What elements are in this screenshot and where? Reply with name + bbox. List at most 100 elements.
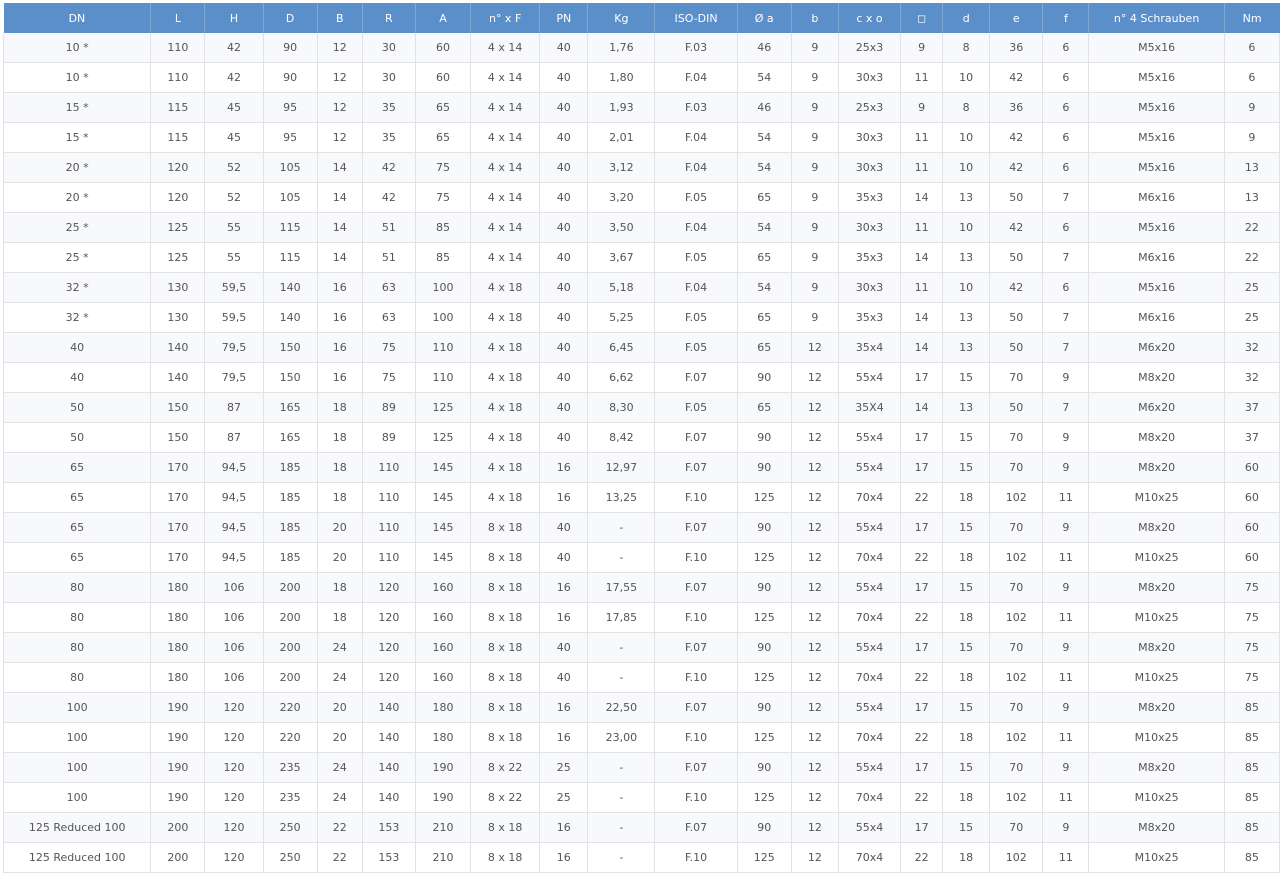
table-cell: 15	[942, 752, 991, 783]
table-cell: 40	[539, 362, 589, 393]
table-cell: 250	[263, 842, 318, 873]
table-cell: 15 *	[2, 92, 152, 123]
table-cell: 4 x 18	[470, 422, 541, 453]
table-cell: 11	[1042, 842, 1090, 873]
table-cell: 15 *	[2, 122, 152, 153]
table-cell: 22	[900, 782, 944, 813]
table-cell: M8x20	[1088, 812, 1225, 843]
table-cell: M10x25	[1088, 722, 1225, 753]
table-cell: 17	[900, 452, 944, 483]
table-cell: 125	[737, 842, 792, 873]
table-cell: 14	[317, 152, 363, 183]
table-cell: 51	[362, 212, 416, 243]
table-cell: 190	[150, 722, 206, 753]
table-cell: 6	[1042, 272, 1090, 303]
table-cell: 50	[2, 422, 152, 453]
table-cell: 87	[204, 392, 264, 423]
table-cell: 55x4	[838, 632, 902, 663]
table-cell: 100	[2, 752, 152, 783]
table-cell: 160	[415, 632, 472, 663]
table-cell: F.03	[654, 92, 738, 123]
table-cell: 4 x 14	[470, 122, 541, 153]
table-cell: 100	[415, 302, 472, 333]
table-cell: 40	[539, 212, 589, 243]
table-cell: F.04	[654, 272, 738, 303]
table-cell: 18	[942, 782, 991, 813]
table-cell: 11	[900, 62, 944, 93]
table-cell: 32	[1224, 362, 1280, 393]
table-cell: M6x16	[1088, 242, 1225, 273]
table-row: 100 190 120 235 24 140 190 8 x 22 25- F.10 125 12 70…	[2, 782, 1280, 813]
table-cell: 100	[2, 692, 152, 723]
table-cell: 94,5	[204, 512, 264, 543]
table-cell: 190	[150, 782, 206, 813]
table-cell: 17,55	[587, 572, 656, 603]
table-cell: 25 *	[2, 212, 152, 243]
table-cell: 106	[204, 632, 264, 663]
table-cell: 55x4	[838, 422, 902, 453]
table-cell: 200	[263, 662, 318, 693]
column-header: n° 4 Schrauben	[1088, 3, 1225, 33]
table-cell: 95	[263, 92, 318, 123]
table-cell: 125	[737, 482, 792, 513]
table-cell: 6	[1042, 62, 1090, 93]
table-cell: 16	[539, 812, 589, 843]
column-header: H	[204, 3, 264, 33]
table-cell: 65	[2, 542, 152, 573]
table-row: 100 190 120 220 20 140 180 8 x 18 16 22,50 F.07 90 1…	[2, 692, 1280, 723]
table-cell: 13	[1224, 152, 1280, 183]
table-cell: 9	[1224, 122, 1280, 153]
table-cell: 94,5	[204, 542, 264, 573]
table-cell: 37	[1224, 422, 1280, 453]
table-cell: 102	[989, 662, 1044, 693]
table-cell: 125 Reduced 100	[2, 812, 152, 843]
table-cell: 60	[415, 33, 472, 63]
table-cell: 9	[791, 242, 839, 273]
table-cell: 100	[2, 722, 152, 753]
table-cell: 20	[317, 512, 363, 543]
table-cell: 100	[415, 272, 472, 303]
table-cell: M8x20	[1088, 452, 1225, 483]
table-cell: 25	[1224, 302, 1280, 333]
table-cell: 60	[1224, 482, 1280, 513]
table-cell: 8 x 18	[470, 812, 541, 843]
table-cell: 25 *	[2, 242, 152, 273]
table-cell: 52	[204, 182, 264, 213]
table-cell: 8,42	[587, 422, 656, 453]
table-cell: 190	[415, 752, 472, 783]
table-cell: 90	[263, 62, 318, 93]
table-cell: 17	[900, 572, 944, 603]
table-cell: M6x20	[1088, 392, 1225, 423]
table-cell: 32	[1224, 332, 1280, 363]
table-cell: F.07	[654, 692, 738, 723]
table-cell: 10	[942, 272, 991, 303]
table-cell: 9	[791, 62, 839, 93]
table-cell: 70	[989, 422, 1044, 453]
table-cell: 4 x 18	[470, 302, 541, 333]
table-cell: 150	[150, 422, 206, 453]
table-cell: 106	[204, 572, 264, 603]
table-row: 25 * 125 55 115 14 51 85 4 x 14 40 3,50 F.04 54 9 30x…	[2, 212, 1280, 243]
table-cell: 40	[539, 242, 589, 273]
table-cell: 4 x 18	[470, 272, 541, 303]
table-cell: 46	[737, 92, 792, 123]
table-cell: 14	[900, 392, 944, 423]
table-cell: 30x3	[838, 122, 902, 153]
column-header: L	[150, 3, 206, 33]
table-cell: 22,50	[587, 692, 656, 723]
table-cell: 17	[900, 362, 944, 393]
table-cell: 9	[1042, 512, 1090, 543]
table-cell: 16	[539, 842, 589, 873]
table-cell: 70x4	[838, 482, 902, 513]
table-cell: 55x4	[838, 752, 902, 783]
table-cell: F.07	[654, 362, 738, 393]
table-cell: 75	[415, 182, 472, 213]
table-cell: F.04	[654, 122, 738, 153]
table-cell: 190	[150, 692, 206, 723]
table-cell: F.10	[654, 722, 738, 753]
table-cell: 170	[150, 512, 206, 543]
table-row: 80 180 106 200 24 120 160 8 x 18 40- F.07 90 12 55x4…	[2, 632, 1280, 663]
table-cell: 120	[362, 572, 416, 603]
table-cell: 59,5	[204, 302, 264, 333]
table-cell: 90	[737, 752, 792, 783]
